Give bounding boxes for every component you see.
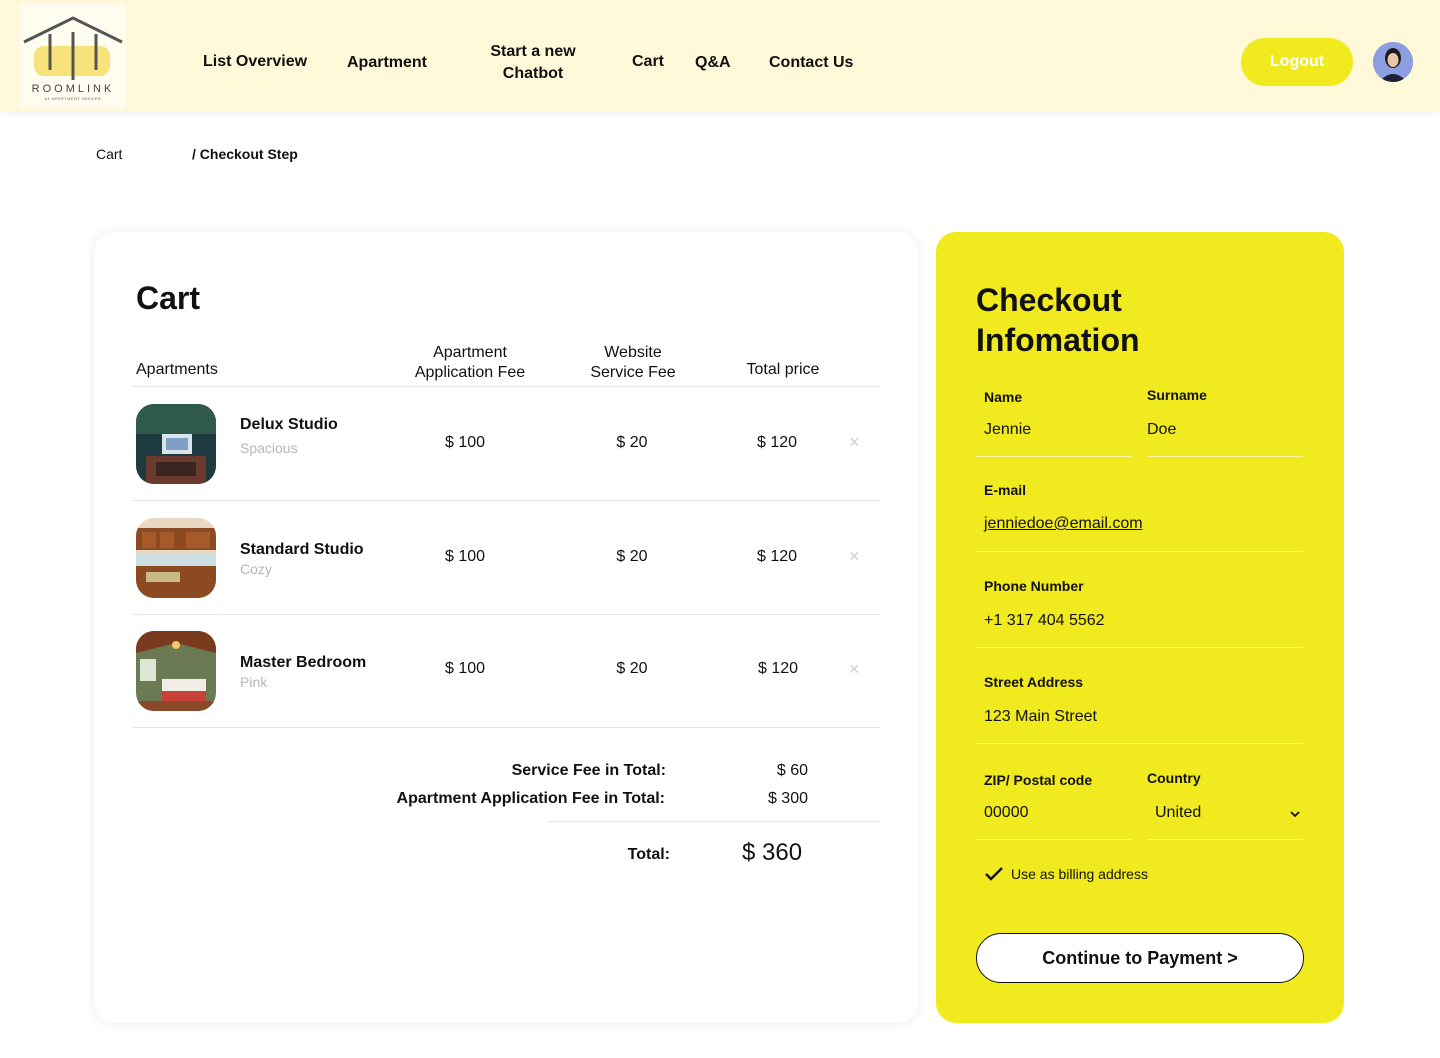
chevron-down-icon bbox=[1290, 811, 1300, 818]
surname-field[interactable]: Doe bbox=[1147, 421, 1176, 439]
checkout-title: Checkout Infomation bbox=[976, 280, 1276, 360]
top-header: ROOMLINK #1 APARTMENT SEEKER List Overvi… bbox=[0, 0, 1440, 112]
billing-address-label: Use as billing address bbox=[1011, 866, 1148, 882]
service-fee-total-label: Service Fee in Total: bbox=[511, 762, 666, 779]
app-fee-total-value: $ 300 bbox=[767, 790, 808, 807]
name-field[interactable]: Jennie bbox=[984, 421, 1031, 439]
col-header-app-fee-line1: Apartment bbox=[433, 344, 507, 361]
nav-contact-us[interactable]: Contact Us bbox=[769, 52, 853, 74]
apartment-thumbnail[interactable] bbox=[136, 404, 216, 484]
street-field-underline bbox=[976, 743, 1303, 744]
user-avatar[interactable] bbox=[1373, 42, 1413, 82]
row-divider bbox=[132, 727, 880, 728]
street-label: Street Address bbox=[984, 674, 1084, 690]
surname-label: Surname bbox=[1147, 387, 1207, 403]
logo-tagline: #1 APARTMENT SEEKER bbox=[44, 96, 102, 101]
checkmark-icon bbox=[985, 867, 1003, 881]
item-subtitle: Pink bbox=[240, 674, 268, 690]
remove-item-icon[interactable]: × bbox=[849, 546, 860, 567]
item-total: $ 120 bbox=[757, 660, 799, 677]
email-label: E-mail bbox=[984, 482, 1027, 498]
grand-total-label: Total: bbox=[627, 846, 670, 863]
logo-wordmark: ROOMLINK bbox=[31, 83, 115, 95]
house-logo-icon bbox=[23, 16, 123, 80]
item-service-fee: $ 20 bbox=[616, 434, 648, 451]
nav-list-overview[interactable]: List Overview bbox=[203, 51, 307, 73]
cart-panel: Cart Apartments Apartment Application Fe… bbox=[94, 232, 918, 1023]
nav-chatbot-line2: Chatbot bbox=[502, 65, 564, 82]
app-fee-total-label: Apartment Application Fee in Total: bbox=[396, 790, 665, 807]
item-service-fee: $ 20 bbox=[616, 548, 648, 565]
country-select-underline bbox=[1147, 839, 1303, 840]
summary-divider bbox=[548, 821, 880, 822]
item-total: $ 120 bbox=[756, 548, 798, 565]
logout-button[interactable]: Logout bbox=[1241, 38, 1353, 86]
col-header-apartments: Apartments bbox=[136, 361, 218, 378]
item-subtitle: Spacious bbox=[240, 440, 298, 456]
apartment-thumbnail[interactable] bbox=[136, 631, 216, 711]
breadcrumb-cart[interactable]: Cart bbox=[96, 146, 122, 162]
nav-qa[interactable]: Q&A bbox=[695, 52, 731, 74]
roomlink-logo[interactable]: ROOMLINK #1 APARTMENT SEEKER bbox=[20, 4, 126, 108]
item-name: Delux Studio bbox=[240, 416, 338, 433]
col-header-app-fee-line2: Application Fee bbox=[414, 364, 526, 381]
zip-field[interactable]: 00000 bbox=[984, 804, 1029, 822]
surname-field-underline bbox=[1147, 456, 1303, 457]
row-divider bbox=[132, 614, 880, 615]
phone-field-underline bbox=[976, 647, 1303, 648]
checkout-title-line1: Checkout bbox=[976, 282, 1122, 318]
header-divider bbox=[132, 386, 880, 387]
zip-label: ZIP/ Postal code bbox=[984, 772, 1093, 788]
avatar-portrait-icon bbox=[1373, 42, 1413, 82]
item-app-fee: $ 100 bbox=[444, 548, 486, 565]
col-header-total: Total price bbox=[746, 361, 820, 378]
checkout-panel: Checkout Infomation Name Jennie Surname … bbox=[936, 232, 1344, 1023]
country-label: Country bbox=[1147, 770, 1201, 786]
grand-total-value: $ 360 bbox=[742, 839, 803, 866]
phone-field[interactable]: +1 317 404 5562 bbox=[984, 612, 1105, 630]
name-field-underline bbox=[976, 456, 1132, 457]
item-app-fee: $ 100 bbox=[444, 660, 486, 677]
checkout-title-line2: Infomation bbox=[976, 322, 1140, 358]
cart-title: Cart bbox=[136, 280, 201, 316]
col-header-app-fee: Apartment Application Fee bbox=[395, 343, 545, 383]
item-service-fee: $ 20 bbox=[616, 660, 648, 677]
item-app-fee: $ 100 bbox=[444, 434, 486, 451]
col-header-service-line1: Website bbox=[604, 344, 662, 361]
standard-studio-photo-icon bbox=[136, 518, 216, 598]
email-field[interactable]: jenniedoe@email.com bbox=[984, 515, 1143, 533]
country-select-value: United bbox=[1155, 804, 1202, 821]
nav-cart[interactable]: Cart bbox=[632, 51, 664, 73]
delux-studio-photo-icon bbox=[136, 404, 216, 484]
name-label: Name bbox=[984, 389, 1023, 405]
continue-to-payment-button[interactable]: Continue to Payment > bbox=[976, 933, 1304, 983]
item-subtitle: Cozy bbox=[240, 561, 272, 577]
item-name: Master Bedroom bbox=[240, 654, 367, 671]
remove-item-icon[interactable]: × bbox=[849, 432, 860, 453]
apartment-thumbnail[interactable] bbox=[136, 518, 216, 598]
zip-field-underline bbox=[976, 839, 1132, 840]
nav-apartment[interactable]: Apartment bbox=[347, 52, 427, 74]
service-fee-total-value: $ 60 bbox=[776, 762, 808, 779]
col-header-service-fee: Website Service Fee bbox=[573, 343, 693, 383]
item-name: Standard Studio bbox=[240, 541, 364, 558]
remove-item-icon[interactable]: × bbox=[849, 659, 860, 680]
street-field[interactable]: 123 Main Street bbox=[984, 708, 1097, 726]
item-total: $ 120 bbox=[756, 434, 798, 451]
nav-start-chatbot[interactable]: Start a new Chatbot bbox=[478, 41, 588, 85]
nav-chatbot-line1: Start a new bbox=[490, 43, 576, 60]
row-divider bbox=[132, 500, 880, 501]
master-bedroom-photo-icon bbox=[136, 631, 216, 711]
email-field-underline bbox=[976, 551, 1303, 552]
breadcrumb-checkout-step: / Checkout Step bbox=[192, 146, 298, 162]
phone-label: Phone Number bbox=[984, 578, 1084, 594]
col-header-service-line2: Service Fee bbox=[590, 364, 676, 381]
